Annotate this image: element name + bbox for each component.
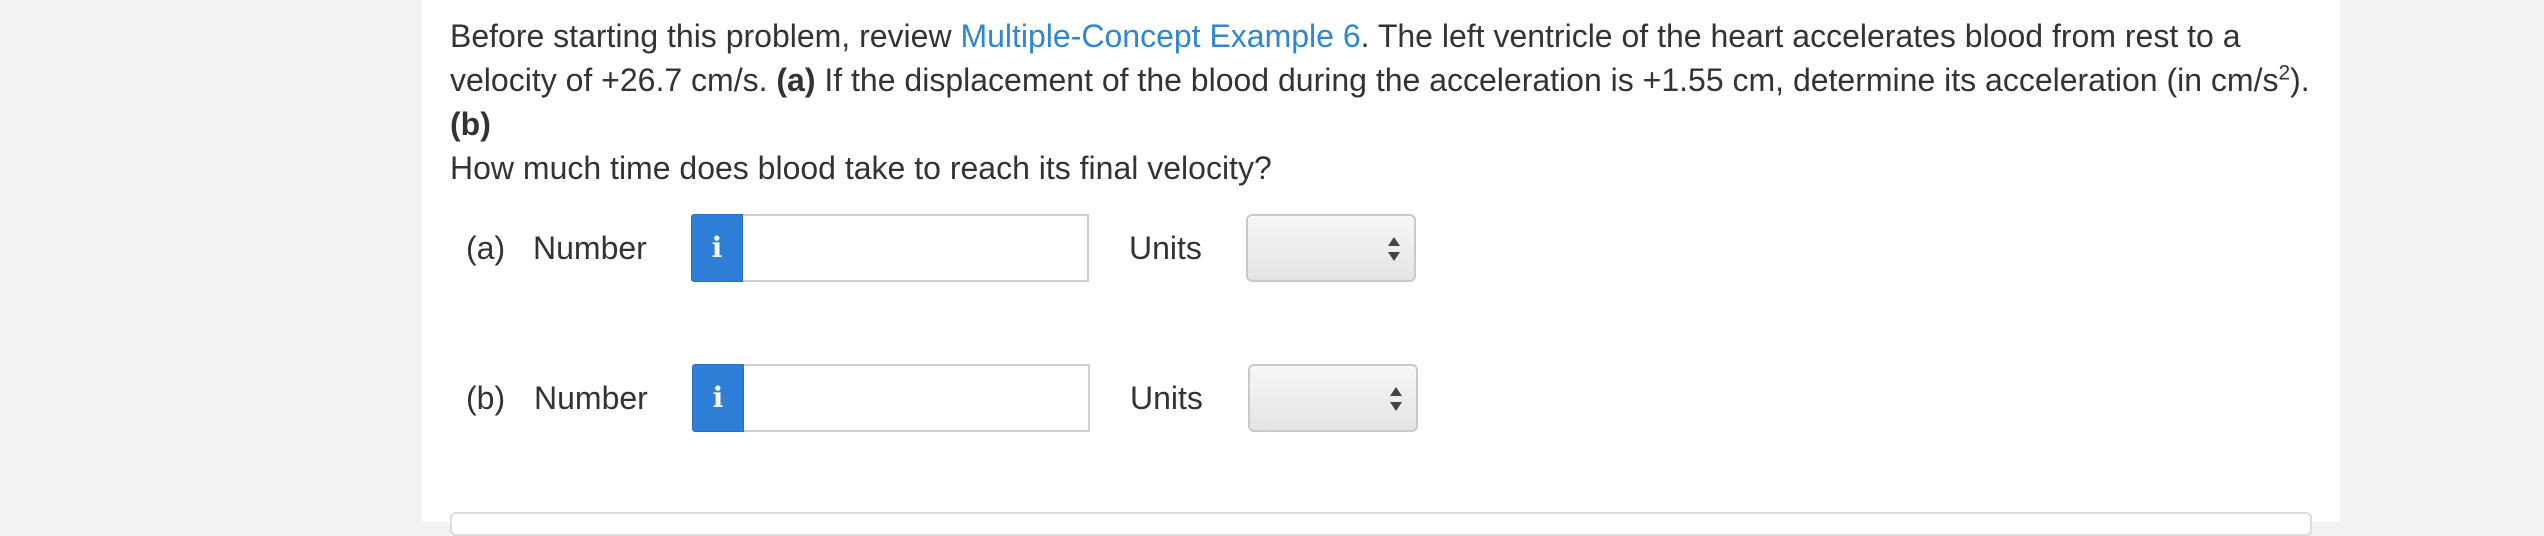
units-label-b: Units [1130,380,1203,416]
info-icon[interactable]: i [692,364,744,432]
question-intro: Before starting this problem, review [450,18,961,54]
part-label-b: (b) [466,380,506,416]
part-label-a: (a) [466,230,506,266]
part-a-marker: (a) [776,62,816,98]
part-b-marker: (b) [450,106,491,142]
question-text-4: How much time does blood take to reach i… [450,150,1272,186]
number-input-b[interactable] [744,364,1090,432]
units-superscript: 2 [2278,61,2291,85]
units-select-b[interactable] [1248,364,1418,432]
number-input-a[interactable] [743,214,1089,282]
question-text: Before starting this problem, review Mul… [450,14,2320,190]
units-select-a[interactable] [1246,214,1416,282]
next-section-box [450,512,2312,536]
example-link[interactable]: Multiple-Concept Example 6 [960,18,1360,54]
number-label-b: Number [534,380,648,416]
info-icon[interactable]: i [691,214,743,282]
question-text-2: If the displacement of the blood during … [815,62,2279,98]
number-label-a: Number [533,230,647,266]
select-arrows-icon [1390,387,1402,411]
question-text-3: ). [2290,62,2310,98]
select-arrows-icon [1388,237,1400,261]
units-label-a: Units [1129,230,1202,266]
